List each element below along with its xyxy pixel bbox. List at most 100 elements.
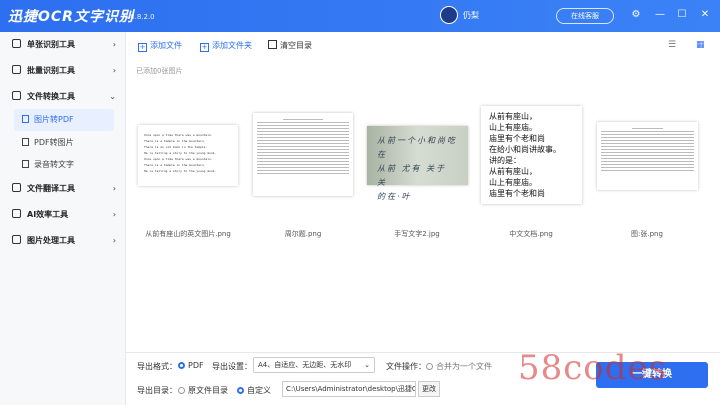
add-file-button[interactable]: + 添加文件: [138, 40, 182, 52]
setting-value: A4、自适应、无边距、无水印: [258, 361, 352, 369]
chevron-right-icon: ›: [112, 236, 116, 245]
trash-icon: [268, 40, 277, 49]
pdf-icon: [22, 138, 29, 146]
batch-icon: [12, 65, 21, 74]
sidebar-cat-label: 批量识别工具: [27, 66, 75, 75]
translate-icon: [12, 183, 21, 192]
image-icon: [22, 115, 29, 123]
chevron-right-icon: ›: [112, 210, 116, 219]
format-pdf-radio[interactable]: PDF: [178, 361, 204, 370]
gear-icon[interactable]: ⚙: [628, 7, 644, 23]
sidebar-cat-label: AI效率工具: [27, 210, 69, 219]
sidebar-item-image-to-pdf[interactable]: 图片转PDF: [14, 109, 114, 131]
thumb-text: 山上有座庙。: [489, 123, 537, 132]
sidebar-cat-label: 单张识别工具: [27, 40, 75, 49]
minimize-icon[interactable]: —: [652, 7, 668, 23]
thumb-text: 山上有座庙。: [489, 178, 537, 187]
close-icon[interactable]: ✕: [697, 7, 713, 23]
radio-icon: [178, 387, 185, 394]
thumb-text: 从前 尤有 关于 关: [377, 164, 447, 187]
thumb-text: 从前有座山，: [489, 112, 537, 121]
scan-icon: [12, 39, 21, 48]
sidebar-cat-label: 文件翻译工具: [27, 184, 75, 193]
export-setting-select[interactable]: A4、自适应、无边距、无水印 ⌄: [253, 357, 375, 373]
picture-icon: [12, 235, 21, 244]
convert-icon: [12, 91, 21, 100]
sidebar-cat-batch[interactable]: 批量识别工具 ›: [0, 60, 126, 82]
custom-dir-radio[interactable]: 自定义: [237, 385, 271, 396]
add-folder-label: 添加文件夹: [212, 41, 252, 50]
file-thumbnail[interactable]: [253, 113, 353, 196]
thumb-text: 的在·叶: [377, 192, 412, 201]
add-folder-button[interactable]: + 添加文件夹: [200, 40, 252, 52]
sidebar-item-label: PDF转图片: [34, 138, 74, 147]
file-op-label: 文件操作：: [386, 362, 426, 371]
sidebar-cat-label: 图片处理工具: [27, 236, 75, 245]
file-thumbnail[interactable]: [597, 122, 698, 190]
orig-dir-label: 原文件目录: [188, 386, 228, 395]
thumb-text: 从前一个小和尚吃在: [377, 136, 457, 159]
add-folder-icon: +: [200, 43, 209, 52]
radio-icon: [237, 387, 244, 394]
sidebar-cat-single[interactable]: 单张识别工具 ›: [0, 34, 126, 56]
format-label: 导出格式：: [137, 362, 177, 371]
avatar[interactable]: [440, 6, 458, 24]
file-thumbnail[interactable]: 从前有座山， 山上有座庙。 庙里有个老和尚 在给小和尚讲故事。 讲的是： 从前有…: [481, 106, 582, 204]
consult-button[interactable]: 在线客服: [556, 8, 614, 24]
thumb-text: 讲的是：: [489, 156, 521, 165]
thumb-text: There is an old monk in the temple.: [144, 145, 208, 149]
clear-button[interactable]: 清空目录: [268, 40, 312, 51]
orig-dir-radio[interactable]: 原文件目录: [178, 385, 228, 396]
format-value: PDF: [188, 361, 204, 370]
file-name: 中文文档.png: [509, 230, 553, 238]
thumb-text: He is telling a story to the young monk.: [144, 151, 217, 155]
title-bar: 迅捷OCR文字识别 v8.8.2.0 仍梨 在线客服 ⚙ — ☐ ✕: [0, 0, 720, 32]
sidebar-cat-convert[interactable]: 文件转换工具 ⌄: [0, 86, 126, 108]
file-name: 手写文字2.jpg: [394, 230, 440, 238]
file-thumbnail[interactable]: Once upon a time there was a mountain. T…: [138, 125, 238, 186]
audio-icon: [22, 160, 29, 168]
username[interactable]: 仍梨: [463, 10, 479, 21]
sidebar-item-label: 录音转文字: [34, 160, 74, 169]
add-file-icon: +: [138, 43, 147, 52]
merge-radio[interactable]: 合并为一个文件: [426, 361, 492, 372]
thumb-text: 庙里有个老和尚: [489, 134, 545, 143]
file-name: 周尔题.png: [284, 230, 322, 238]
sidebar: 单张识别工具 › 批量识别工具 › 文件转换工具 ⌄ 图片转PDF PDF转图片 录音…: [0, 32, 126, 405]
chevron-down-icon: ⌄: [364, 361, 370, 369]
app-version: v8.8.2.0: [126, 13, 155, 21]
radio-icon: [178, 362, 185, 369]
sidebar-cat-ai[interactable]: AI效率工具 ›: [0, 204, 126, 226]
dir-label: 导出目录：: [137, 386, 177, 395]
sidebar-cat-translate[interactable]: 文件翻译工具 ›: [0, 178, 126, 200]
chevron-right-icon: ›: [112, 184, 116, 193]
chevron-down-icon: ⌄: [109, 92, 116, 101]
thumb-text: Once upon a time there was a mountain.: [144, 157, 213, 161]
app-title: 迅捷OCR文字识别: [8, 9, 134, 25]
toolbar: + 添加文件 + 添加文件夹 清空目录: [126, 32, 720, 58]
sidebar-item-audio-to-text[interactable]: 录音转文字: [14, 154, 114, 176]
ai-icon: [12, 209, 21, 218]
thumb-text: 从前有座山，: [489, 167, 537, 176]
sidebar-cat-label: 文件转换工具: [27, 92, 75, 101]
file-name: 从前有座山的英文图片.png: [145, 230, 231, 238]
maximize-icon[interactable]: ☐: [674, 7, 690, 23]
grid-view-icon[interactable]: ▦: [696, 41, 705, 50]
merge-label: 合并为一个文件: [436, 362, 492, 371]
sidebar-item-pdf-to-image[interactable]: PDF转图片: [14, 132, 114, 154]
chevron-right-icon: ›: [112, 66, 116, 75]
added-count-label: 已添加0张图片: [136, 67, 183, 75]
thumb-text: Once upon a time there was a mountain.: [144, 133, 213, 137]
change-dir-button[interactable]: 更改: [418, 381, 440, 397]
thumb-text: 在给小和尚讲故事。: [489, 145, 561, 154]
thumb-text: There is a temple in the mountain.: [144, 163, 206, 167]
thumb-text: There is a temple in the mountain.: [144, 139, 206, 143]
output-path-input[interactable]: C:\Users\Administrator\desktop\迅捷OCR5: [282, 381, 416, 397]
file-thumbnail[interactable]: 从前一个小和尚吃在 从前 尤有 关于 关 的在·叶: [367, 126, 468, 201]
setting-label: 导出设置：: [212, 362, 252, 371]
watermark: 58codes: [518, 348, 668, 388]
list-view-icon[interactable]: ☰: [668, 41, 676, 50]
thumb-text: 庙里有个老和尚: [489, 189, 545, 198]
sidebar-item-label: 图片转PDF: [34, 115, 74, 124]
sidebar-cat-image[interactable]: 图片处理工具 ›: [0, 230, 126, 252]
